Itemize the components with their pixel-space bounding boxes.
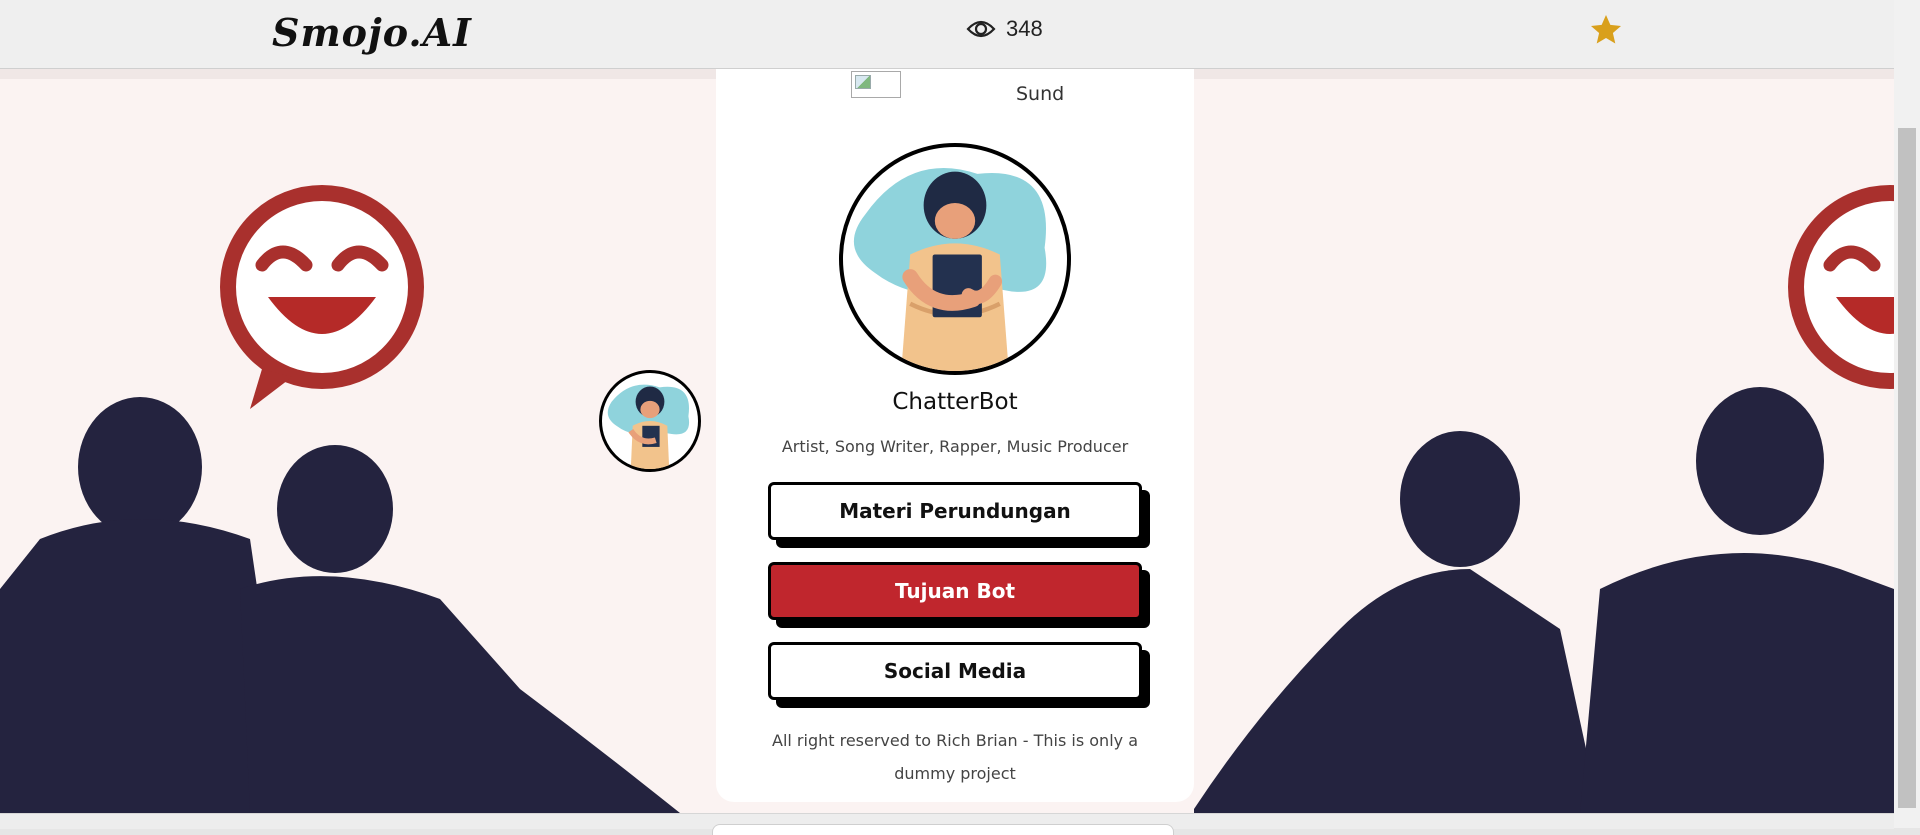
view-counter: 348 bbox=[966, 16, 1043, 42]
laughing-emoji-bubble-left bbox=[220, 185, 424, 409]
boy-with-book-illustration bbox=[853, 167, 1047, 371]
bottom-tab-hint bbox=[712, 824, 1174, 835]
star-icon bbox=[1591, 15, 1621, 44]
bot-subtitle: Artist, Song Writer, Rapper, Music Produ… bbox=[781, 437, 1129, 456]
laughing-emoji-bubble-right bbox=[1788, 185, 1894, 389]
broken-image-icon bbox=[851, 71, 901, 98]
site-logo[interactable]: Smojo.AI bbox=[272, 10, 472, 55]
vertical-scrollbar[interactable] bbox=[1894, 0, 1920, 828]
profile-card: Sund ChatterBot Artist, Song Writer, Rap… bbox=[716, 69, 1194, 802]
view-count: 348 bbox=[1006, 16, 1043, 41]
scrollbar-thumb[interactable] bbox=[1898, 128, 1916, 808]
boy-with-book-illustration-small bbox=[607, 384, 690, 469]
card-top-text: Sund bbox=[1016, 83, 1065, 105]
floating-avatar[interactable] bbox=[599, 370, 701, 472]
bot-name: ChatterBot bbox=[892, 389, 1018, 415]
materi-perundungan-button[interactable]: Materi Perundungan bbox=[768, 482, 1142, 540]
top-navigation-bar: Smojo.AI 348 bbox=[0, 0, 1894, 69]
tujuan-bot-button[interactable]: Tujuan Bot bbox=[768, 562, 1142, 620]
eye-icon bbox=[966, 20, 996, 38]
social-media-button[interactable]: Social Media bbox=[768, 642, 1142, 700]
favorite-button[interactable] bbox=[1588, 12, 1624, 52]
profile-avatar bbox=[839, 143, 1071, 375]
footer-copyright: All right reserved to Rich Brian - This … bbox=[772, 731, 1138, 783]
